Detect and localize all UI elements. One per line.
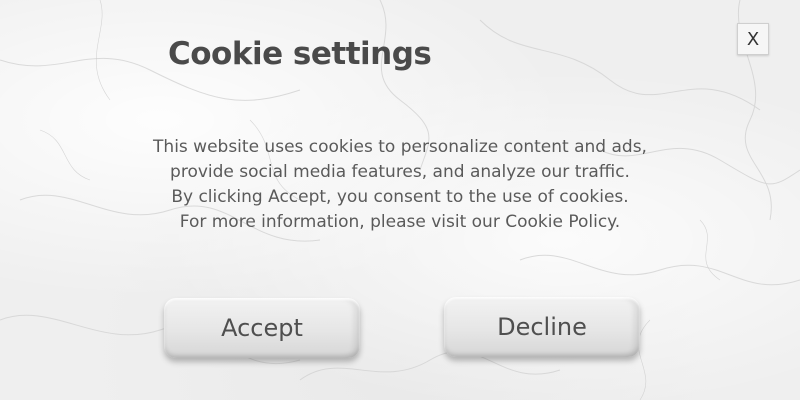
message-line: provide social media features, and analy… <box>170 162 630 182</box>
decline-button[interactable]: Decline <box>444 297 640 357</box>
message-line: For more information, please visit our C… <box>179 212 621 232</box>
dialog-title: Cookie settings <box>168 36 432 72</box>
cookie-message: This website uses cookies to personalize… <box>100 135 700 235</box>
close-button[interactable]: X <box>737 23 769 55</box>
message-line: By clicking Accept, you consent to the u… <box>171 187 629 207</box>
accept-button[interactable]: Accept <box>164 298 360 358</box>
cookie-settings-dialog: Cookie settings X This website uses cook… <box>0 0 800 400</box>
message-line: This website uses cookies to personalize… <box>153 137 647 157</box>
